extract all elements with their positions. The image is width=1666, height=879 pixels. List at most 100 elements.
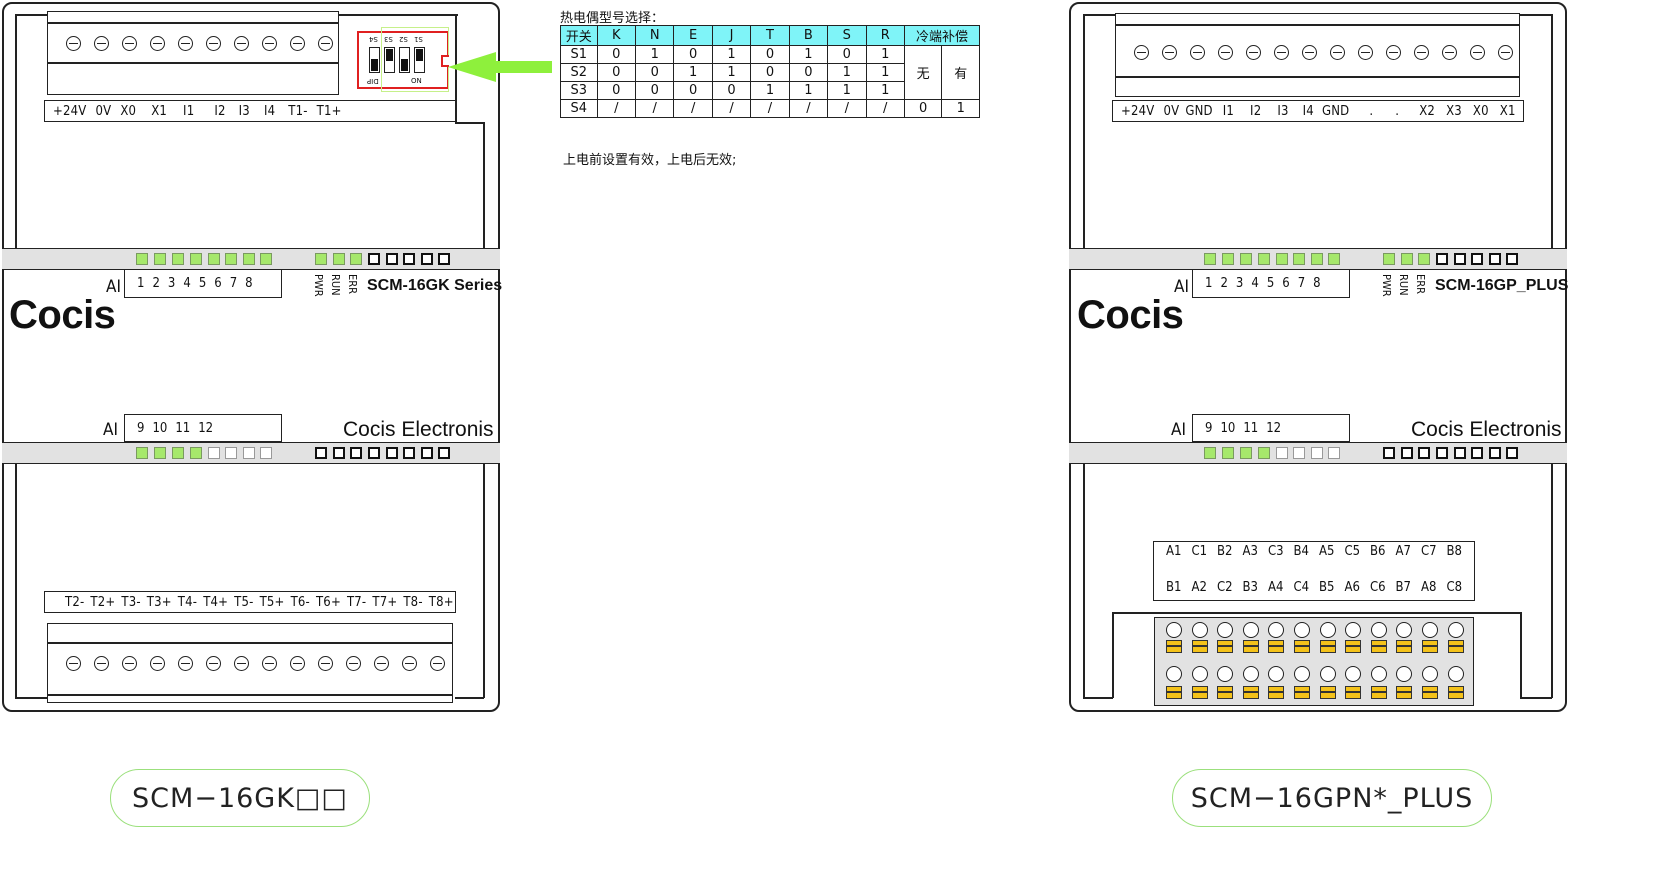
led-err [1418,253,1430,265]
screw-icon [1246,45,1261,60]
table-header-cell: K [596,25,637,46]
led-indicator [190,253,202,265]
release-lever-icon[interactable] [1422,640,1438,653]
led-indicator [154,253,166,265]
ai-number: 7 [1297,276,1306,291]
terminal-label: T7+ [372,594,398,610]
terminal-label: GND [1321,103,1350,119]
wire-hole-icon[interactable] [1294,666,1310,682]
ai-number: 2 [152,276,160,291]
table-cell: 0 [673,45,713,64]
led-indicator [243,447,255,459]
table-cell: S2 [560,63,598,82]
dip-toggle-s3[interactable] [384,47,395,73]
release-lever-icon[interactable] [1370,640,1387,653]
thermocouple-table: 开关 K N E J T B S R 冷端补偿 S1 0 1 0 1 0 1 0… [560,25,981,118]
release-lever-icon[interactable] [1217,640,1234,653]
led-indicator [1293,253,1305,265]
ai-number: 2 [1220,276,1228,291]
terminal-label: T1- [288,103,308,119]
wire-hole-icon[interactable] [1319,666,1336,682]
release-lever-icon[interactable] [1191,640,1208,653]
model-label-left: SCM−16GK□□ [110,769,370,827]
wire-hole-icon[interactable] [1166,622,1182,638]
screw-icon [346,656,361,671]
release-lever-icon[interactable] [1447,640,1464,653]
table-header-cell: T [750,25,790,46]
wire-hole-icon[interactable] [1447,666,1464,682]
wire-hole-icon[interactable] [1166,666,1182,682]
dip-toggle-s4[interactable] [369,47,380,73]
wire-hole-icon[interactable] [1191,666,1208,682]
release-lever-icon[interactable] [1422,686,1438,699]
table-cell: 1 [673,63,713,82]
connector-pin-label: B7 [1395,580,1411,595]
terminal-label: X3 [1446,103,1462,119]
dip-switch[interactable]: S4 S3 S2 S1 DIP ON [357,27,449,92]
release-lever-icon[interactable] [1217,686,1234,699]
led-indicator [1328,447,1340,459]
connector-pin-label: A8 [1421,580,1437,595]
release-lever-icon[interactable] [1166,686,1182,699]
connector-pin-label: C6 [1370,580,1386,595]
release-lever-icon[interactable] [1396,686,1413,699]
ai-channel-box-1: 1 2 3 4 5 6 7 8 [124,270,282,298]
release-lever-icon[interactable] [1396,640,1413,653]
led-indicator [243,253,255,265]
connector-pin-label: B2 [1217,544,1233,559]
dip-toggle-s1[interactable] [414,47,425,73]
top-terminal-labels: +24V 0V GND I1 I2 I3 I4 GND . . X2 X3 X0… [1112,100,1524,122]
release-lever-icon[interactable] [1242,640,1259,653]
wire-hole-icon[interactable] [1370,622,1387,638]
screw-icon [206,36,221,51]
terminal-label: T3- [121,594,141,610]
screw-icon [66,36,81,51]
wire-hole-icon[interactable] [1447,622,1464,638]
connector-pin-label: B1 [1166,580,1182,595]
dip-toggle-s2[interactable] [399,47,410,73]
wire-hole-icon[interactable] [1422,622,1438,638]
table-cell: / [635,99,675,118]
wire-hole-icon[interactable] [1294,622,1310,638]
release-lever-icon[interactable] [1191,686,1208,699]
ai-number: 10 [1220,420,1236,436]
release-lever-icon[interactable] [1268,640,1285,653]
release-lever-icon[interactable] [1319,686,1336,699]
release-lever-icon[interactable] [1294,640,1310,653]
release-lever-icon[interactable] [1345,640,1362,653]
release-lever-icon[interactable] [1242,686,1259,699]
wire-hole-icon[interactable] [1370,666,1387,682]
terminal-label: +24V [1121,103,1155,119]
wire-hole-icon[interactable] [1191,622,1208,638]
release-lever-icon[interactable] [1447,686,1464,699]
connector-pin-label: A6 [1344,580,1360,595]
release-lever-icon[interactable] [1166,640,1182,653]
release-lever-icon[interactable] [1370,686,1387,699]
connector-pin-label: C4 [1293,580,1310,595]
connector-pin-label: B6 [1370,544,1386,559]
release-lever-icon[interactable] [1319,640,1336,653]
terminal-label: X1 [151,103,168,119]
led-indicator [350,447,362,459]
screw-icon [206,656,221,671]
terminal-label: I1 [183,103,195,119]
led-indicator [368,447,380,459]
release-lever-icon[interactable] [1268,686,1285,699]
wire-hole-icon[interactable] [1242,622,1259,638]
wire-hole-icon[interactable] [1242,666,1259,682]
release-lever-icon[interactable] [1345,686,1362,699]
top-screw-row [66,36,346,51]
table-cell: 1 [827,63,867,82]
screw-icon [1386,45,1401,60]
led-indicator [1383,447,1395,459]
connector-pin-label: B3 [1242,580,1258,595]
release-lever-icon[interactable] [1294,686,1310,699]
table-cell: 0 [596,45,637,64]
wire-hole-icon[interactable] [1319,622,1336,638]
ai-number: 4 [183,276,191,291]
led-indicator [225,253,237,265]
wire-hole-icon[interactable] [1422,666,1438,682]
screw-icon [402,656,417,671]
table-row: S4 / / / / / / / / 0 1 [560,99,980,118]
connector-pin-label: A3 [1242,544,1258,559]
